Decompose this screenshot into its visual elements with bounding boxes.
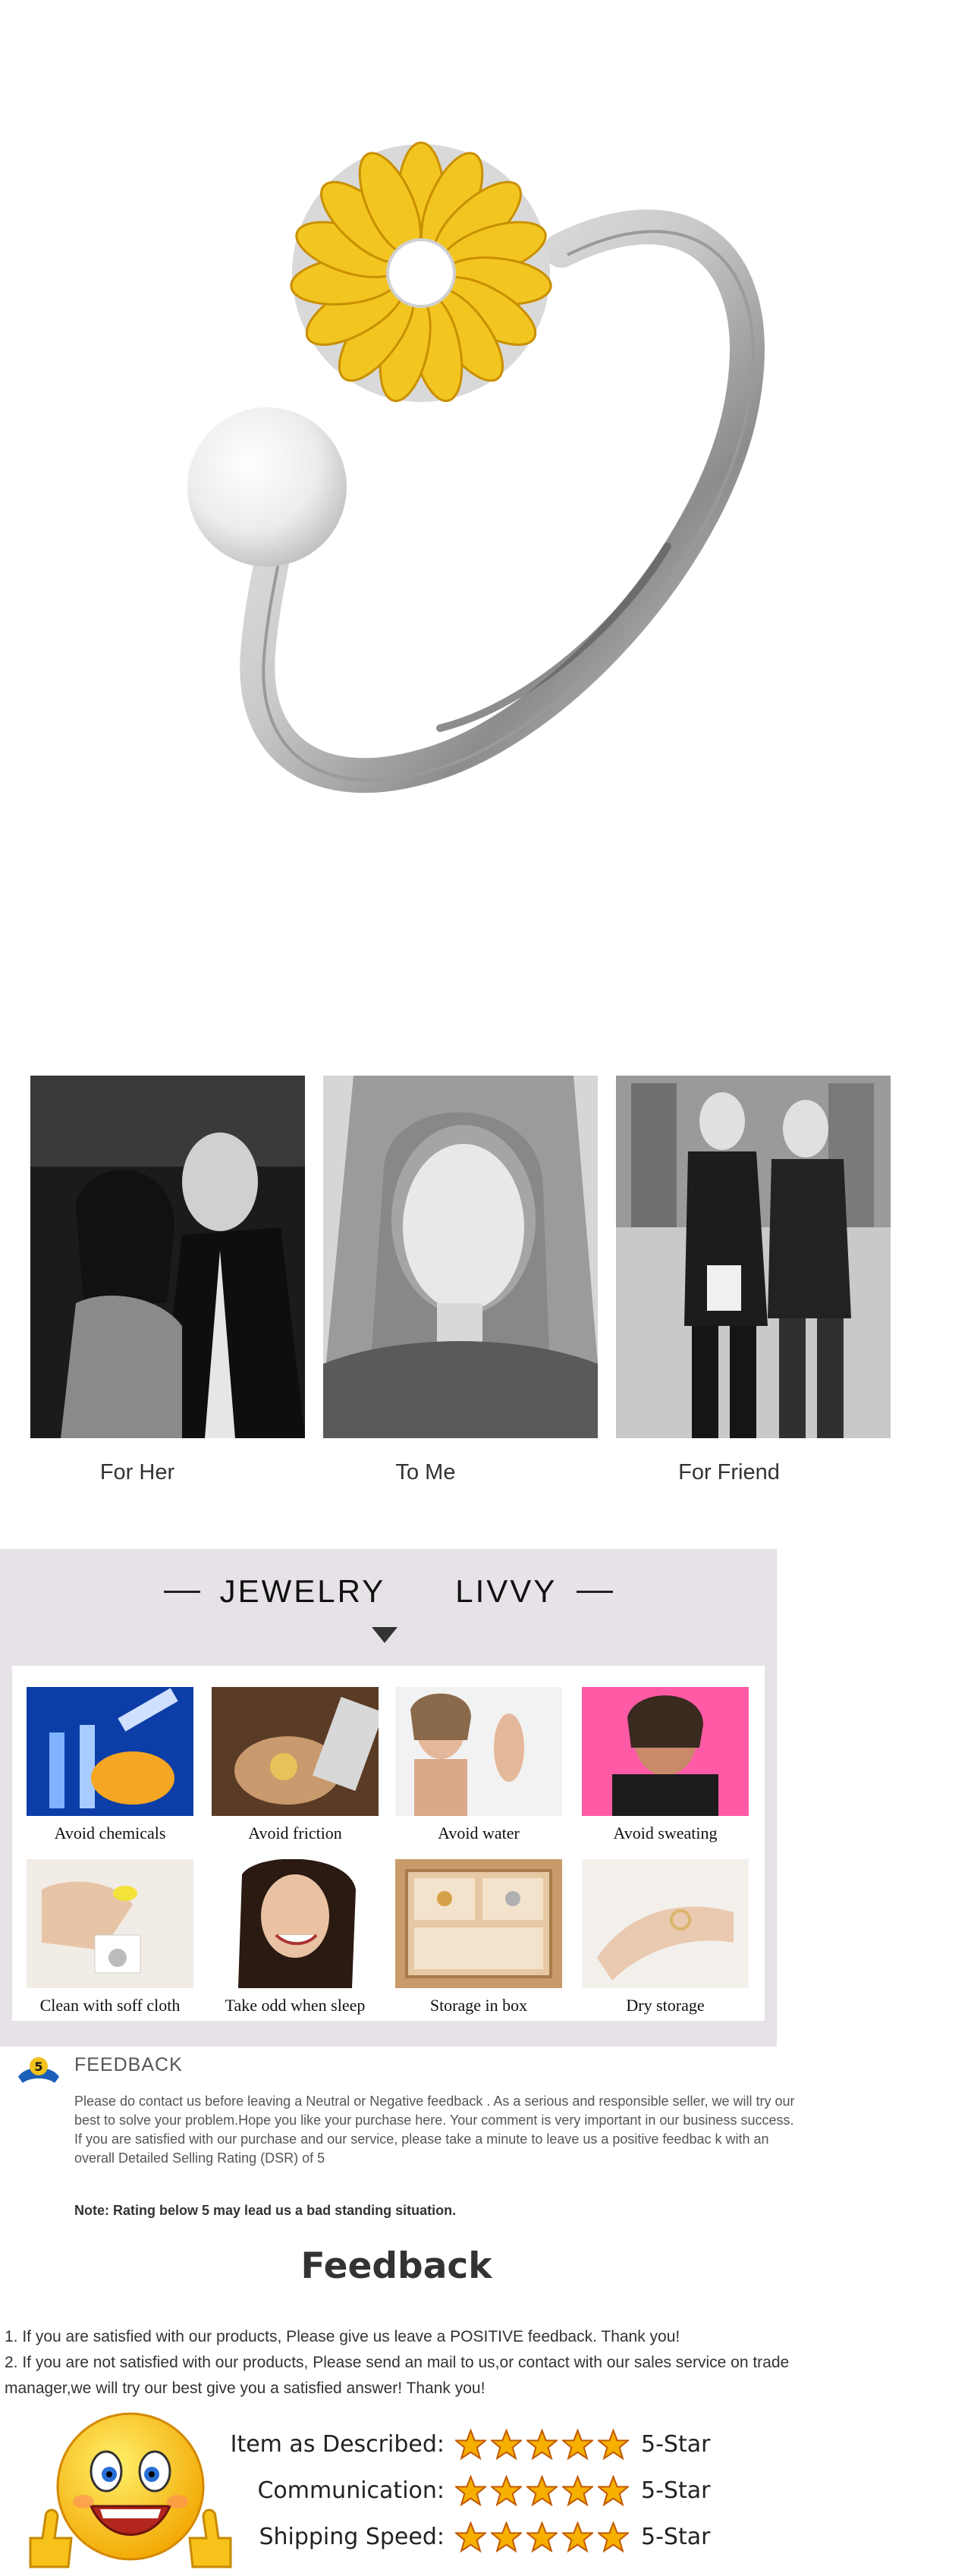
star-icon	[562, 2428, 593, 2460]
photo-couple	[30, 1076, 305, 1438]
star-icon	[526, 2521, 558, 2552]
care-label: Avoid friction	[248, 1824, 342, 1842]
instruction-line-2: 2. If you are not satisfied with our pro…	[5, 2354, 790, 2397]
star-icon	[598, 2428, 629, 2460]
star-icon	[526, 2474, 558, 2506]
feedback-heading: FEEDBACK	[74, 2054, 183, 2075]
star-icon	[491, 2474, 522, 2506]
star-icon	[491, 2521, 522, 2552]
five-star-logo-icon: 5	[15, 2054, 62, 2088]
star-icon	[455, 2474, 486, 2506]
care-tip-dry-storage: Dry storage	[582, 1859, 749, 2015]
care-tip-avoid-water: Avoid water	[395, 1687, 562, 1843]
thumbs-up-emoji-icon	[24, 2411, 237, 2571]
star-icon	[598, 2474, 629, 2506]
title-dash-right	[577, 1590, 614, 1593]
care-title: JEWELRY LIVVY	[0, 1569, 777, 1614]
star-icon	[526, 2428, 558, 2460]
care-tip-avoid-chemicals: Avoid chemicals	[27, 1687, 193, 1843]
star-rating	[455, 2428, 629, 2460]
rating-value: 5-Star	[641, 2477, 711, 2504]
star-icon	[562, 2474, 593, 2506]
care-label: Dry storage	[626, 1996, 705, 2015]
instruction-line-1: 1. If you are satisfied with our product…	[5, 2328, 680, 2345]
star-icon	[562, 2521, 593, 2552]
title-dash-left	[163, 1590, 200, 1593]
care-tip-storage-box: Storage in box	[395, 1859, 562, 2015]
rating-label: Shipping Speed:	[259, 2523, 445, 2550]
gift-caption-to-me: To Me	[395, 1460, 456, 1484]
rating-value: 5-Star	[641, 2430, 711, 2458]
star-icon	[455, 2521, 486, 2552]
photo-woman-portrait	[323, 1076, 598, 1438]
rating-label: Communication:	[257, 2477, 445, 2504]
sleep-image	[212, 1859, 379, 1988]
care-label: Clean with soff cloth	[39, 1996, 181, 2015]
brand-word-jewelry: JEWELRY	[219, 1573, 386, 1609]
care-label: Avoid sweating	[613, 1824, 718, 1842]
star-icon	[491, 2428, 522, 2460]
feedback-notice-text: Please do contact us before leaving a Ne…	[74, 2092, 799, 2168]
brand-word-livvy: LIVVY	[455, 1573, 558, 1609]
down-arrow-icon	[372, 1627, 398, 1643]
gift-caption-for-her: For Her	[99, 1460, 175, 1484]
care-label: Take odd when sleep	[225, 1996, 366, 2015]
notice-paragraph-1: Please do contact us before leaving a Ne…	[74, 2094, 795, 2128]
rating-label: Item as Described:	[230, 2430, 445, 2458]
photo-friends	[616, 1076, 891, 1438]
friction-image	[212, 1687, 379, 1816]
sweating-image	[582, 1687, 749, 1816]
care-tip-sleep: Take odd when sleep	[212, 1859, 379, 2015]
care-label: Storage in box	[429, 1996, 528, 2015]
dry-storage-image	[582, 1859, 749, 1988]
rating-row-communication: Communication: 5-Star	[220, 2471, 751, 2510]
rating-row-item-as-described: Item as Described: 5-Star	[220, 2424, 751, 2464]
cleaning-image	[27, 1859, 193, 1988]
care-label: Avoid water	[438, 1824, 520, 1842]
care-label: Avoid chemicals	[54, 1824, 166, 1842]
feedback-instructions: 1. If you are satisfied with our product…	[5, 2324, 809, 2402]
feedback-note: Note: Rating below 5 may lead us a bad s…	[74, 2203, 457, 2218]
star-icon	[455, 2428, 486, 2460]
care-tip-avoid-sweating: Avoid sweating	[582, 1687, 749, 1843]
rating-row-shipping-speed: Shipping Speed: 5-Star	[220, 2517, 751, 2556]
star-icon	[598, 2521, 629, 2552]
rating-value: 5-Star	[641, 2523, 711, 2550]
chemicals-image	[27, 1687, 193, 1816]
product-image-daisy-pearl-ring	[0, 0, 971, 1001]
care-tip-avoid-friction: Avoid friction	[212, 1687, 379, 1843]
feedback-title: Feedback	[300, 2245, 492, 2287]
logo-number: 5	[34, 2059, 42, 2074]
water-image	[395, 1687, 562, 1816]
storage-box-image	[395, 1859, 562, 1988]
care-tip-clean-cloth: Clean with soff cloth	[27, 1859, 193, 2015]
notice-paragraph-2: If you are satisfied with our purchase a…	[74, 2131, 769, 2166]
gift-caption-for-friend: For Friend	[678, 1460, 780, 1484]
star-rating	[455, 2474, 629, 2506]
star-rating	[455, 2521, 629, 2552]
